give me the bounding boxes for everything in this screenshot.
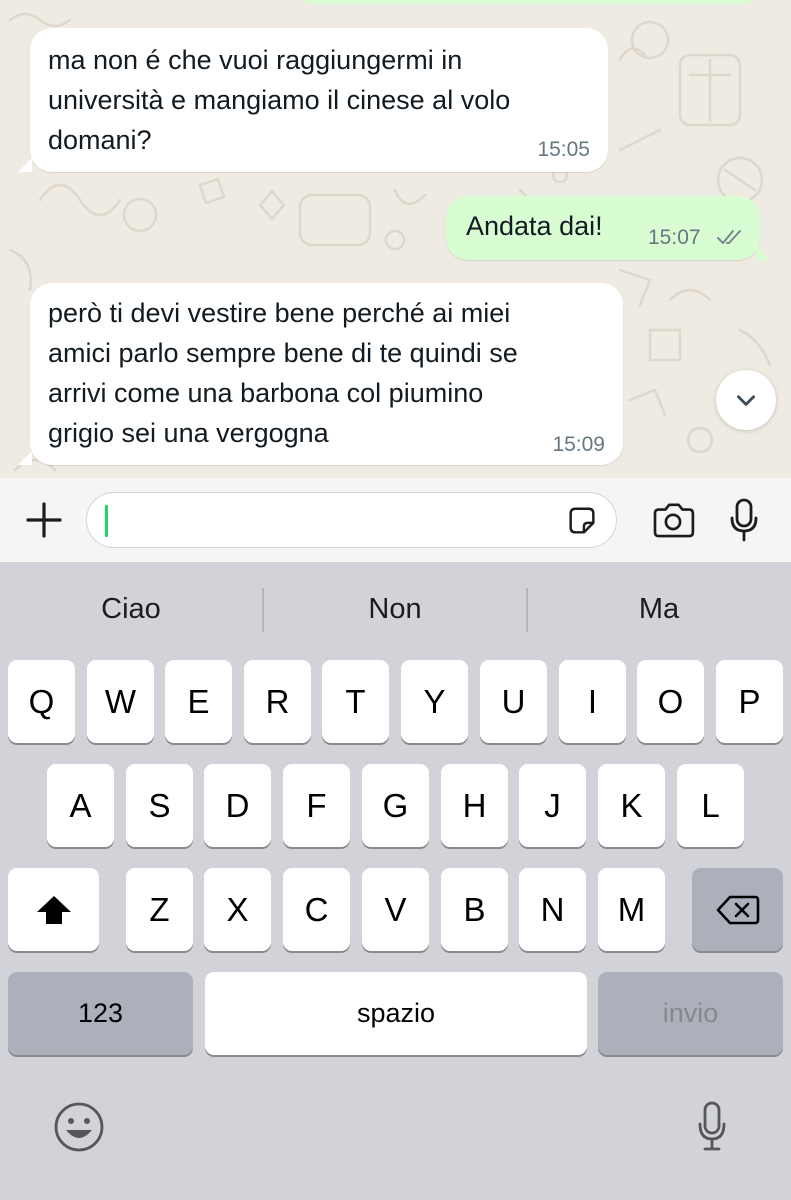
camera-icon (653, 503, 695, 538)
keyboard: Ciao Non Ma Q W E R T Y U I O P A S D F … (0, 562, 791, 1200)
message-line: domani? (48, 125, 152, 155)
key-e[interactable]: E (165, 660, 232, 743)
key-c[interactable]: C (283, 868, 350, 951)
dictation-icon (698, 1101, 726, 1151)
emoji-button[interactable] (50, 1098, 108, 1156)
key-m[interactable]: M (598, 868, 665, 951)
message-timestamp: 15:09 (552, 433, 605, 456)
numbers-key[interactable]: 123 (8, 972, 193, 1055)
key-b[interactable]: B (441, 868, 508, 951)
message-text: però ti devi vestire bene perché ai miei… (48, 293, 518, 453)
backspace-icon (716, 895, 759, 924)
message-line: università e mangiamo il cinese al volo (48, 85, 511, 115)
message-text: ma non é che vuoi raggiungermi in univer… (48, 40, 510, 160)
message-input-bar (0, 478, 791, 562)
return-key[interactable]: invio (598, 972, 783, 1055)
key-x[interactable]: X (204, 868, 271, 951)
key-g[interactable]: G (362, 764, 429, 847)
voice-message-button[interactable] (722, 494, 766, 546)
message-timestamp: 15:05 (537, 138, 590, 161)
previous-message-edge (300, 0, 755, 4)
message-line: grigio sei una vergogna (48, 418, 329, 448)
suggestion-2[interactable]: Non (264, 584, 526, 634)
message-line: amici parlo sempre bene di te quindi se (48, 338, 518, 368)
key-y[interactable]: Y (401, 660, 468, 743)
message-bubble-incoming[interactable]: però ti devi vestire bene perché ai miei… (30, 283, 623, 465)
message-bubble-outgoing[interactable]: Andata dai! 15:07 (446, 196, 760, 260)
key-f[interactable]: F (283, 764, 350, 847)
message-line: arrivi come una barbona col piumino (48, 378, 484, 408)
backspace-key[interactable] (692, 868, 783, 951)
text-caret (105, 505, 108, 537)
shift-icon (36, 895, 71, 924)
chevron-down-icon (737, 395, 755, 406)
dictation-button[interactable] (688, 1096, 736, 1158)
key-t[interactable]: T (322, 660, 389, 743)
shift-key[interactable] (8, 868, 99, 951)
key-n[interactable]: N (519, 868, 586, 951)
key-d[interactable]: D (204, 764, 271, 847)
suggestion-1[interactable]: Ciao (0, 584, 262, 634)
message-line: Andata dai! (466, 211, 603, 241)
key-u[interactable]: U (480, 660, 547, 743)
bubble-tail (18, 158, 32, 172)
space-key[interactable]: spazio (205, 972, 587, 1055)
message-line: ma non é che vuoi raggiungermi in (48, 45, 463, 75)
key-i[interactable]: I (559, 660, 626, 743)
key-l[interactable]: L (677, 764, 744, 847)
bubble-tail (18, 451, 32, 465)
double-check-icon (717, 230, 741, 244)
camera-button[interactable] (648, 496, 698, 544)
suggestion-3[interactable]: Ma (528, 584, 790, 634)
plus-icon (26, 502, 62, 538)
sticker-button[interactable] (564, 503, 600, 539)
attach-button[interactable] (20, 496, 68, 544)
key-z[interactable]: Z (126, 868, 193, 951)
message-text: Andata dai! (466, 206, 603, 246)
key-o[interactable]: O (637, 660, 704, 743)
key-k[interactable]: K (598, 764, 665, 847)
emoji-icon (54, 1102, 104, 1152)
message-input[interactable] (86, 492, 617, 548)
bubble-tail (756, 246, 770, 260)
message-timestamp: 15:07 (648, 226, 701, 249)
key-p[interactable]: P (716, 660, 783, 743)
key-w[interactable]: W (87, 660, 154, 743)
key-s[interactable]: S (126, 764, 193, 847)
chat-area[interactable]: ma non é che vuoi raggiungermi in univer… (0, 0, 791, 478)
key-r[interactable]: R (244, 660, 311, 743)
key-h[interactable]: H (441, 764, 508, 847)
microphone-icon (730, 498, 758, 542)
message-line: però ti devi vestire bene perché ai miei (48, 298, 511, 328)
scroll-to-bottom-button[interactable] (716, 370, 776, 430)
key-v[interactable]: V (362, 868, 429, 951)
message-bubble-incoming[interactable]: ma non é che vuoi raggiungermi in univer… (30, 28, 608, 172)
sticker-icon (569, 507, 595, 534)
key-a[interactable]: A (47, 764, 114, 847)
key-q[interactable]: Q (8, 660, 75, 743)
key-j[interactable]: J (519, 764, 586, 847)
